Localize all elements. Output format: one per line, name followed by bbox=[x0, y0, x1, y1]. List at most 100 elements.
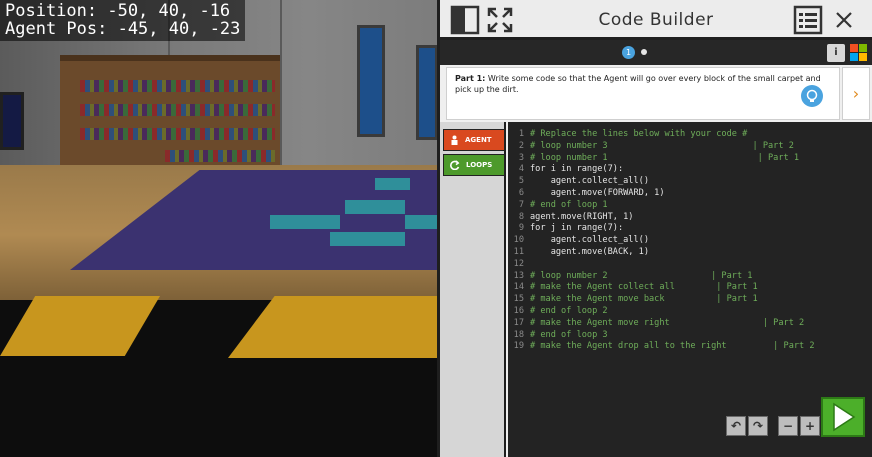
close-button[interactable] bbox=[828, 5, 860, 35]
instruction-part-label: Part 1: bbox=[455, 74, 486, 83]
lightbulb-icon bbox=[806, 89, 818, 102]
line-number: 18 bbox=[513, 329, 524, 340]
category-label: LOOPS bbox=[466, 161, 493, 169]
book-row bbox=[80, 128, 275, 140]
zoom-out-button[interactable]: − bbox=[778, 416, 798, 436]
line-number: 14 bbox=[513, 282, 524, 293]
category-label: AGENT bbox=[465, 136, 492, 144]
step-indicator-active[interactable]: 1 bbox=[622, 46, 635, 59]
code-text: # make the Agent drop all to the right |… bbox=[530, 341, 815, 352]
line-number: 19 bbox=[513, 341, 524, 352]
line-number: 5 bbox=[518, 176, 524, 187]
next-step-button[interactable]: › bbox=[842, 67, 870, 120]
instruction-card: Part 1: Write some code so that the Agen… bbox=[446, 67, 840, 120]
code-text: # end of loop 3 bbox=[530, 329, 608, 340]
info-button[interactable]: i bbox=[827, 44, 845, 62]
code-line[interactable]: 13 # loop number 2 | Part 1 bbox=[508, 270, 872, 282]
line-number: 2 bbox=[518, 140, 524, 151]
menu-button[interactable] bbox=[792, 5, 824, 35]
code-text: for j in range(7): bbox=[530, 223, 624, 234]
run-button[interactable] bbox=[821, 397, 865, 437]
line-number: 15 bbox=[513, 294, 524, 305]
carpet-tile bbox=[330, 232, 405, 246]
wall-screen bbox=[0, 92, 24, 150]
line-number: 12 bbox=[513, 258, 524, 269]
carpet-tile bbox=[345, 200, 405, 214]
line-number: 11 bbox=[513, 247, 524, 257]
code-line[interactable]: 14 # make the Agent collect all | Part 1 bbox=[508, 281, 872, 293]
code-line[interactable]: 19 # make the Agent drop all to the right… bbox=[508, 340, 872, 352]
code-text: # make the Agent move right | Part 2 bbox=[530, 317, 805, 328]
block-category-palette: AGENT LOOPS bbox=[440, 122, 506, 457]
code-line[interactable]: 3 # loop number 1 | Part 1 bbox=[508, 152, 872, 164]
code-text: agent.collect_all() bbox=[530, 176, 649, 187]
carpet-tile bbox=[375, 178, 410, 190]
category-agent[interactable]: AGENT bbox=[443, 129, 505, 151]
line-number: 8 bbox=[518, 211, 524, 222]
close-icon bbox=[836, 12, 852, 28]
code-line[interactable]: 1 # Replace the lines below with your cod… bbox=[508, 128, 872, 140]
code-line[interactable]: 15 # make the Agent move back | Part 1 bbox=[508, 293, 872, 305]
code-line[interactable]: 17 # make the Agent move right | Part 2 bbox=[508, 317, 872, 329]
microsoft-logo-icon bbox=[850, 44, 867, 61]
editor-toolbar: ↶ ↷ − + bbox=[726, 416, 820, 436]
title-bar: Code Builder bbox=[440, 0, 872, 40]
code-line[interactable]: 9 for j in range(7): bbox=[508, 222, 872, 234]
code-line[interactable]: 4 for i in range(7): bbox=[508, 163, 872, 175]
code-text: # end of loop 2 bbox=[530, 306, 608, 316]
code-line[interactable]: 8 agent.move(RIGHT, 1) bbox=[508, 211, 872, 223]
category-loops[interactable]: LOOPS bbox=[443, 154, 505, 176]
code-line[interactable]: 18 # end of loop 3 bbox=[508, 329, 872, 341]
undo-button[interactable]: ↶ bbox=[726, 416, 746, 436]
code-text: for i in range(7): bbox=[530, 164, 624, 175]
code-text: agent.move(FORWARD, 1) bbox=[530, 188, 665, 198]
code-text: # loop number 3 | Part 2 bbox=[530, 140, 794, 151]
code-line[interactable]: 5 agent.collect_all() bbox=[508, 175, 872, 187]
line-number: 10 bbox=[513, 235, 524, 246]
blue-window bbox=[416, 45, 438, 140]
code-line[interactable]: 10 agent.collect_all() bbox=[508, 234, 872, 246]
wall-seam bbox=[280, 0, 282, 175]
code-text: # loop number 2 | Part 1 bbox=[530, 270, 753, 281]
code-text: # make the Agent move back | Part 1 bbox=[530, 294, 758, 305]
coordinates-hud: Position: -50, 40, -16 Agent Pos: -45, 4… bbox=[0, 0, 246, 41]
line-number: 9 bbox=[518, 223, 524, 234]
line-number: 4 bbox=[518, 164, 524, 175]
agent-icon bbox=[451, 135, 458, 145]
book-row bbox=[80, 104, 275, 116]
line-number: 17 bbox=[513, 317, 524, 328]
list-icon bbox=[793, 5, 823, 35]
line-number: 16 bbox=[513, 306, 524, 316]
hint-button[interactable] bbox=[801, 85, 823, 107]
play-icon bbox=[833, 402, 856, 432]
zoom-in-button[interactable]: + bbox=[800, 416, 820, 436]
code-line[interactable]: 2 # loop number 3 | Part 2 bbox=[508, 140, 872, 152]
code-text: agent.move(BACK, 1) bbox=[530, 247, 649, 257]
loop-icon bbox=[450, 160, 460, 170]
code-line[interactable]: 7 # end of loop 1 bbox=[508, 199, 872, 211]
line-number: 13 bbox=[513, 270, 524, 281]
book-row bbox=[165, 150, 275, 162]
redo-button[interactable]: ↷ bbox=[748, 416, 768, 436]
game-viewport[interactable]: Position: -50, 40, -16 Agent Pos: -45, 4… bbox=[0, 0, 440, 457]
code-line[interactable]: 11 agent.move(BACK, 1) bbox=[508, 246, 872, 258]
book-row bbox=[80, 80, 275, 92]
player-position: Position: -50, 40, -16 bbox=[5, 1, 231, 21]
code-text: # end of loop 1 bbox=[530, 199, 608, 210]
code-line[interactable]: 12 bbox=[508, 258, 872, 270]
code-text: agent.move(RIGHT, 1) bbox=[530, 211, 634, 222]
code-line[interactable]: 16 # end of loop 2 bbox=[508, 305, 872, 317]
code-text: agent.collect_all() bbox=[530, 235, 649, 246]
code-text: # make the Agent collect all | Part 1 bbox=[530, 282, 758, 293]
step-indicator[interactable] bbox=[641, 49, 647, 55]
carpet-tile bbox=[405, 215, 440, 229]
code-text: # loop number 1 | Part 1 bbox=[530, 152, 800, 163]
tutorial-step-bar: 1 i bbox=[440, 40, 872, 65]
line-number: 3 bbox=[518, 152, 524, 163]
carpet-tile bbox=[270, 215, 340, 229]
line-number: 1 bbox=[518, 129, 524, 139]
code-line[interactable]: 6 agent.move(FORWARD, 1) bbox=[508, 187, 872, 199]
code-editor[interactable]: 1 # Replace the lines below with your cod… bbox=[508, 122, 872, 457]
blue-window bbox=[357, 25, 385, 137]
